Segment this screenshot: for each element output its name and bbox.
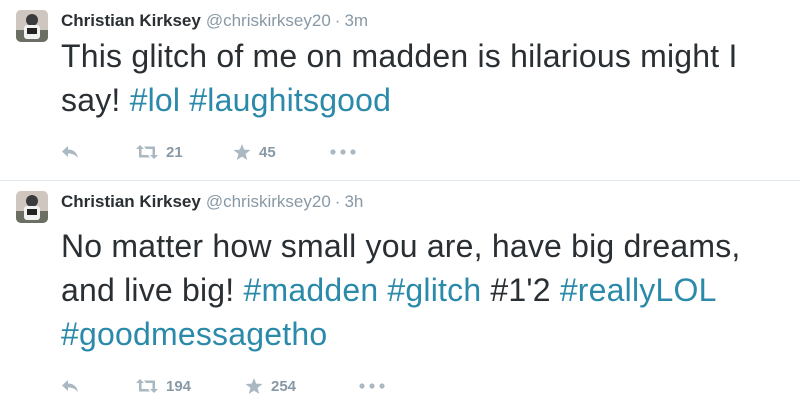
tweet[interactable]: Christian Kirksey @chriskirksey20 · 3m This… <box>0 0 800 180</box>
more-dots-icon <box>359 383 385 389</box>
hashtag-link[interactable]: #lol <box>130 82 181 118</box>
favorite-star-icon <box>245 377 263 394</box>
reply-icon <box>62 380 78 392</box>
retweet-count: 21 <box>166 143 183 161</box>
avatar[interactable] <box>16 10 48 42</box>
retweet-count: 194 <box>166 377 192 395</box>
retweet-icon <box>136 145 158 159</box>
reply-icon <box>62 146 78 158</box>
tweet-header: Christian Kirksey @chriskirksey20 · 3m <box>61 10 368 32</box>
author-name[interactable]: Christian Kirksey <box>61 11 201 30</box>
reply-button[interactable] <box>61 374 79 398</box>
tweet[interactable]: Christian Kirksey @chriskirksey20 · 3h No m… <box>0 181 800 408</box>
hashtag-link[interactable]: #goodmessagetho <box>61 316 327 352</box>
author-handle[interactable]: @chriskirksey20 <box>206 192 331 211</box>
more-button[interactable] <box>330 140 356 164</box>
tweet-text-segment <box>180 82 189 118</box>
tweet-timestamp[interactable]: 3m <box>344 11 368 30</box>
more-dots-icon <box>330 149 356 155</box>
separator-dot: · <box>334 192 341 211</box>
tweet-timestamp[interactable]: 3h <box>344 192 363 211</box>
avatar[interactable] <box>16 191 48 223</box>
favorite-count: 254 <box>271 377 297 395</box>
separator-dot: · <box>334 11 341 30</box>
retweet-button[interactable]: 194 <box>136 374 191 398</box>
hashtag-link[interactable]: #laughitsgood <box>189 82 391 118</box>
hashtag-link[interactable]: #madden <box>243 272 378 308</box>
tweet-header: Christian Kirksey @chriskirksey20 · 3h <box>61 191 363 213</box>
tweet-text-segment: #1'2 <box>481 272 560 308</box>
favorite-count: 45 <box>259 143 276 161</box>
retweet-button[interactable]: 21 <box>136 140 183 164</box>
favorite-button[interactable]: 254 <box>245 374 296 398</box>
tweet-text: No matter how small you are, have big dr… <box>61 224 786 356</box>
favorite-star-icon <box>233 143 251 160</box>
favorite-button[interactable]: 45 <box>233 140 276 164</box>
more-button[interactable] <box>359 374 385 398</box>
retweet-icon <box>136 379 158 393</box>
tweet-text: This glitch of me on madden is hilarious… <box>61 34 786 122</box>
hashtag-link[interactable]: #reallyLOL <box>560 272 716 308</box>
hashtag-link[interactable]: #glitch <box>387 272 481 308</box>
reply-button[interactable] <box>61 140 79 164</box>
author-name[interactable]: Christian Kirksey <box>61 192 201 211</box>
author-handle[interactable]: @chriskirksey20 <box>206 11 331 30</box>
